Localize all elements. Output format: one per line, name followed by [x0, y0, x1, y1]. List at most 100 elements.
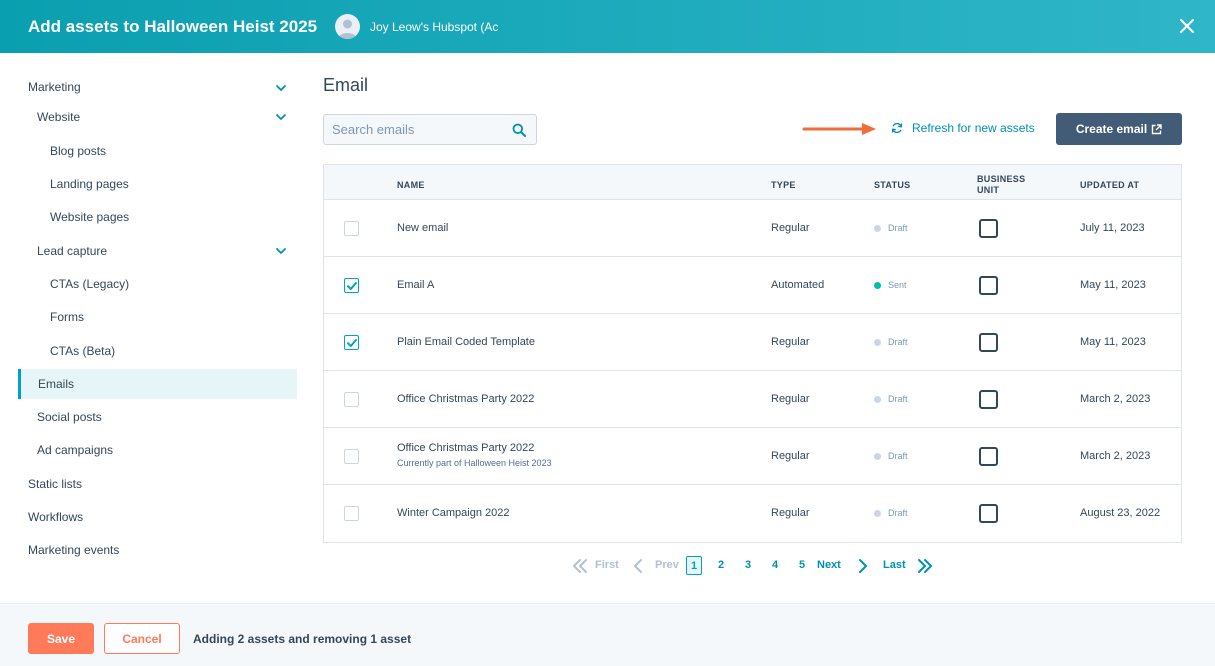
save-button[interactable]: Save	[28, 623, 94, 654]
business-unit-checkbox[interactable]	[979, 276, 998, 295]
sidebar-item-emails[interactable]: Emails	[18, 369, 297, 399]
create-email-button[interactable]: Create email	[1056, 113, 1182, 145]
emails-table: NAME TYPE STATUS BUSINESS UNIT UPDATED A…	[323, 164, 1182, 543]
chevron-down-icon[interactable]	[275, 111, 287, 123]
status-label: Sent	[888, 280, 907, 290]
business-unit-checkbox[interactable]	[979, 219, 998, 238]
row-checkbox[interactable]	[344, 449, 359, 464]
status-badge: Draft	[874, 223, 908, 233]
sidebar-item-ctas-legacy[interactable]: CTAs (Legacy)	[50, 269, 290, 299]
status-label: Draft	[888, 508, 908, 518]
row-name: Office Christmas Party 2022	[397, 393, 535, 405]
column-business-unit-line1: BUSINESS	[977, 174, 1026, 184]
business-unit-checkbox[interactable]	[979, 390, 998, 409]
create-email-label: Create email	[1075, 122, 1148, 136]
business-unit-checkbox[interactable]	[979, 504, 998, 523]
row-checkbox-checked[interactable]	[344, 335, 359, 350]
pagination-page[interactable]: 5	[799, 559, 805, 571]
sidebar-item-label: CTAs (Beta)	[50, 344, 116, 358]
sidebar-item-marketing-events[interactable]: Marketing events	[28, 535, 298, 565]
sidebar-item-label: Forms	[50, 310, 84, 324]
business-unit-checkbox[interactable]	[979, 447, 998, 466]
row-type: Regular	[771, 507, 810, 519]
sidebar-item-marketing[interactable]: Marketing	[28, 72, 298, 102]
sidebar-item-lead-capture[interactable]: Lead capture	[37, 236, 297, 266]
sidebar-item-label: Website	[37, 110, 81, 124]
refresh-label: Refresh for new assets	[912, 121, 1035, 135]
pagination-page[interactable]: 2	[718, 559, 724, 571]
pagination-prev[interactable]: Prev	[655, 559, 679, 571]
pagination-last[interactable]: Last	[883, 559, 906, 571]
pagination-page-current[interactable]: 1	[686, 556, 702, 575]
row-type: Automated	[771, 279, 825, 291]
business-unit-checkbox[interactable]	[979, 333, 998, 352]
table-row[interactable]: New email Regular Draft July 11, 2023	[324, 200, 1181, 257]
sidebar-item-label: Social posts	[37, 410, 102, 424]
pagination-page[interactable]: 4	[772, 559, 778, 571]
sidebar-item-website[interactable]: Website	[37, 102, 297, 132]
search-input[interactable]	[324, 115, 499, 144]
chevron-down-icon[interactable]	[275, 245, 287, 257]
chevron-down-icon[interactable]	[275, 82, 287, 94]
modal-footer: Save Cancel Adding 2 assets and removing…	[0, 603, 1215, 666]
search-icon[interactable]	[512, 123, 526, 137]
row-type: Regular	[771, 336, 810, 348]
sidebar-item-label: Emails	[38, 377, 75, 391]
changes-summary: Adding 2 assets and removing 1 asset	[193, 632, 412, 646]
table-row[interactable]: Winter Campaign 2022 Regular Draft Augus…	[324, 485, 1181, 542]
table-row[interactable]: Office Christmas Party 2022 Regular Draf…	[324, 371, 1181, 428]
account-switcher[interactable]: Joy Leow's Hubspot (Ac	[335, 14, 500, 39]
pagination-page[interactable]: 3	[745, 559, 751, 571]
sidebar-item-ad-campaigns[interactable]: Ad campaigns	[37, 435, 297, 465]
row-checkbox[interactable]	[344, 392, 359, 407]
chevron-right-icon[interactable]	[858, 558, 868, 574]
cancel-button[interactable]: Cancel	[104, 623, 180, 654]
pagination-first[interactable]: First	[595, 559, 619, 571]
table-row[interactable]: Email A Automated Sent May 11, 2023	[324, 257, 1181, 314]
sidebar-item-website-pages[interactable]: Website pages	[50, 202, 290, 232]
column-updated-at[interactable]: UPDATED AT	[1080, 180, 1139, 191]
modal-title: Add assets to Halloween Heist 2025	[28, 17, 318, 36]
row-updated: July 11, 2023	[1080, 222, 1145, 234]
sidebar-item-workflows[interactable]: Workflows	[28, 502, 298, 532]
column-name[interactable]: NAME	[397, 180, 425, 191]
row-name: Winter Campaign 2022	[397, 507, 510, 519]
search-box	[323, 114, 537, 145]
status-label: Draft	[888, 394, 908, 404]
row-checkbox[interactable]	[344, 506, 359, 521]
row-name: Office Christmas Party 2022	[397, 442, 535, 454]
account-name: Joy Leow's Hubspot (Ac	[370, 19, 499, 34]
chevron-left-icon[interactable]	[633, 558, 643, 574]
status-label: Draft	[888, 337, 908, 347]
refresh-assets-link[interactable]: Refresh for new assets	[891, 121, 1035, 135]
sidebar-item-ctas-beta[interactable]: CTAs (Beta)	[50, 336, 290, 366]
status-dot	[874, 338, 881, 346]
column-business-unit[interactable]: BUSINESS UNIT	[977, 174, 1025, 196]
sidebar-item-social-posts[interactable]: Social posts	[37, 402, 297, 432]
table-row[interactable]: Plain Email Coded Template Regular Draft…	[324, 314, 1181, 371]
sidebar-item-landing-pages[interactable]: Landing pages	[50, 169, 290, 199]
table-header: NAME TYPE STATUS BUSINESS UNIT UPDATED A…	[324, 165, 1181, 200]
sidebar-item-label: CTAs (Legacy)	[50, 277, 130, 291]
pagination-next[interactable]: Next	[817, 559, 841, 571]
sidebar: Marketing Website Blog posts Landing pag…	[0, 53, 305, 603]
sidebar-item-static-lists[interactable]: Static lists	[28, 469, 298, 499]
double-chevron-right-icon[interactable]	[916, 558, 934, 574]
row-checkbox-checked[interactable]	[344, 278, 359, 293]
sidebar-item-blog-posts[interactable]: Blog posts	[50, 136, 290, 166]
row-campaign-note: Currently part of Halloween Heist 2023	[397, 458, 552, 468]
sidebar-item-forms[interactable]: Forms	[50, 302, 290, 332]
status-badge: Sent	[874, 280, 907, 290]
modal-header: Add assets to Halloween Heist 2025 Joy L…	[0, 0, 1215, 53]
sidebar-item-label: Landing pages	[50, 177, 129, 191]
row-checkbox[interactable]	[344, 221, 359, 236]
close-button[interactable]	[1177, 16, 1197, 36]
sidebar-item-label: Lead capture	[37, 244, 108, 258]
column-status[interactable]: STATUS	[874, 180, 910, 191]
pagination: First Prev 1 2 3 4 5 Next Last	[305, 556, 1215, 576]
column-type[interactable]: TYPE	[771, 180, 796, 191]
table-row[interactable]: Office Christmas Party 2022 Currently pa…	[324, 428, 1181, 485]
double-chevron-left-icon[interactable]	[571, 558, 589, 574]
column-business-unit-line2: UNIT	[977, 185, 1000, 195]
row-name: New email	[397, 222, 449, 234]
